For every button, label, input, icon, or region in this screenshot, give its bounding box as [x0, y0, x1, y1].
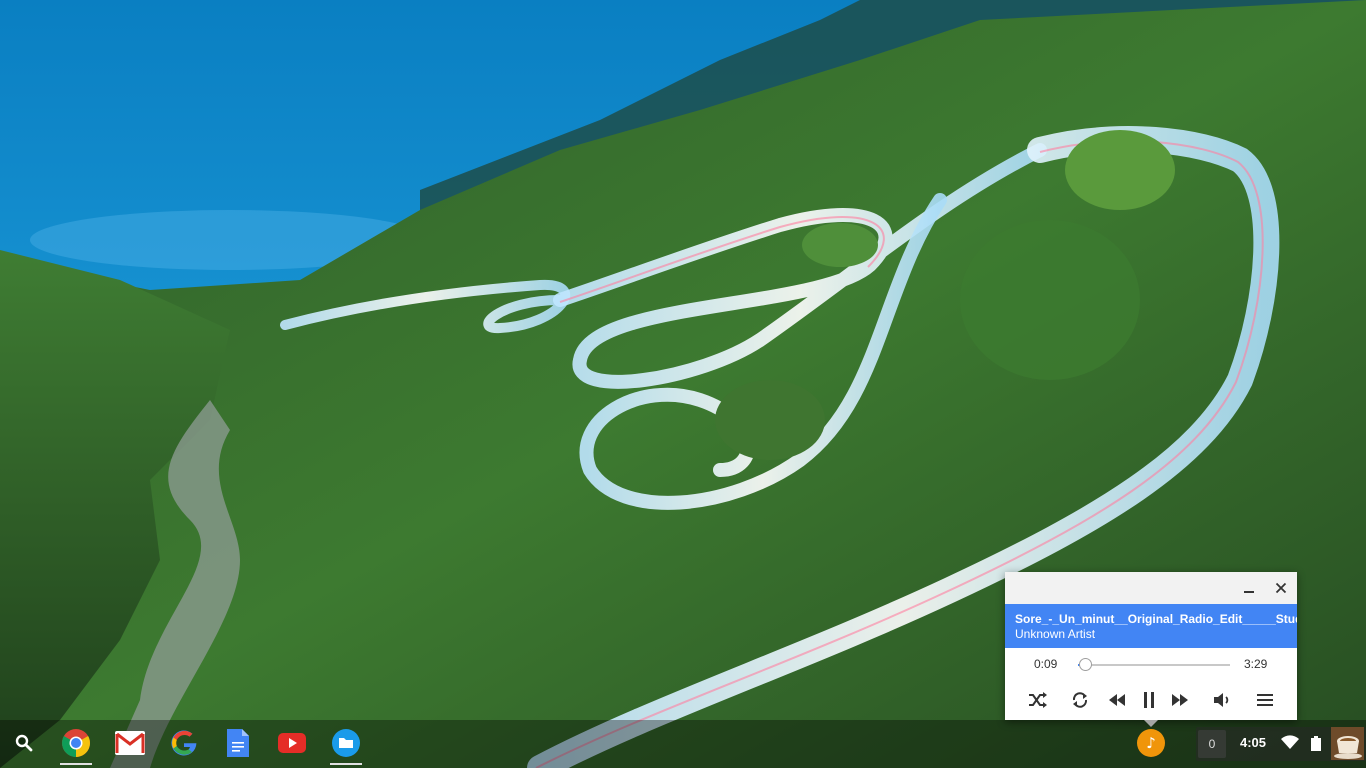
running-indicator — [60, 763, 92, 765]
chrome-icon — [62, 729, 90, 757]
fast-forward-icon — [1172, 694, 1188, 706]
rewind-icon — [1109, 694, 1125, 706]
launcher-button[interactable] — [0, 720, 48, 766]
time-row: 0:09 3:29 — [1005, 648, 1297, 680]
pause-icon — [1144, 692, 1154, 708]
menu-icon — [1257, 694, 1273, 706]
coffee-cup-icon — [1331, 727, 1364, 760]
track-title: Sore_-_Un_minut__Original_Radio_Edit____… — [1015, 612, 1297, 626]
repeat-button[interactable] — [1066, 686, 1094, 714]
notification-count[interactable]: 0 — [1198, 730, 1226, 758]
next-button[interactable] — [1166, 686, 1194, 714]
current-time: 0:09 — [1034, 657, 1058, 671]
gmail-icon — [115, 731, 145, 755]
shelf-app-files[interactable] — [322, 720, 370, 766]
pause-button[interactable] — [1135, 686, 1163, 714]
google-icon — [171, 730, 197, 756]
playback-controls — [1005, 680, 1297, 720]
player-titlebar[interactable] — [1005, 572, 1297, 604]
shuffle-icon — [1029, 692, 1047, 708]
running-indicator — [330, 763, 362, 765]
audio-player-window: Sore_-_Un_minut__Original_Radio_Edit____… — [1005, 572, 1297, 720]
music-note-icon: ♪ — [1146, 734, 1156, 752]
duration: 3:29 — [1244, 657, 1268, 671]
search-icon — [15, 734, 33, 752]
close-button[interactable] — [1270, 578, 1292, 598]
track-info: Sore_-_Un_minut__Original_Radio_Edit____… — [1005, 604, 1297, 648]
playlist-button[interactable] — [1251, 686, 1279, 714]
clock[interactable]: 4:05 — [1240, 735, 1266, 750]
avatar[interactable] — [1331, 727, 1364, 760]
minimize-icon — [1244, 591, 1254, 593]
battery-icon — [1311, 736, 1321, 751]
music-notification-button[interactable]: ♪ — [1137, 729, 1165, 757]
shelf-app-docs[interactable] — [214, 720, 262, 766]
volume-icon — [1214, 693, 1229, 707]
minimize-button[interactable] — [1238, 578, 1260, 598]
shuffle-button[interactable] — [1024, 686, 1052, 714]
files-icon — [332, 729, 360, 757]
seek-bar[interactable] — [1078, 658, 1230, 671]
seek-knob[interactable] — [1078, 658, 1092, 671]
previous-button[interactable] — [1103, 686, 1131, 714]
track-artist: Unknown Artist — [1015, 627, 1096, 641]
shelf-app-chrome[interactable] — [52, 720, 100, 766]
close-icon — [1275, 582, 1287, 594]
shelf-app-google[interactable] — [160, 720, 208, 766]
shelf-app-youtube[interactable] — [268, 720, 316, 766]
docs-icon — [227, 729, 249, 757]
repeat-icon — [1072, 692, 1088, 708]
volume-button[interactable] — [1209, 686, 1237, 714]
wifi-icon — [1281, 735, 1299, 749]
youtube-icon — [278, 733, 306, 753]
shelf-app-gmail[interactable] — [106, 720, 154, 766]
